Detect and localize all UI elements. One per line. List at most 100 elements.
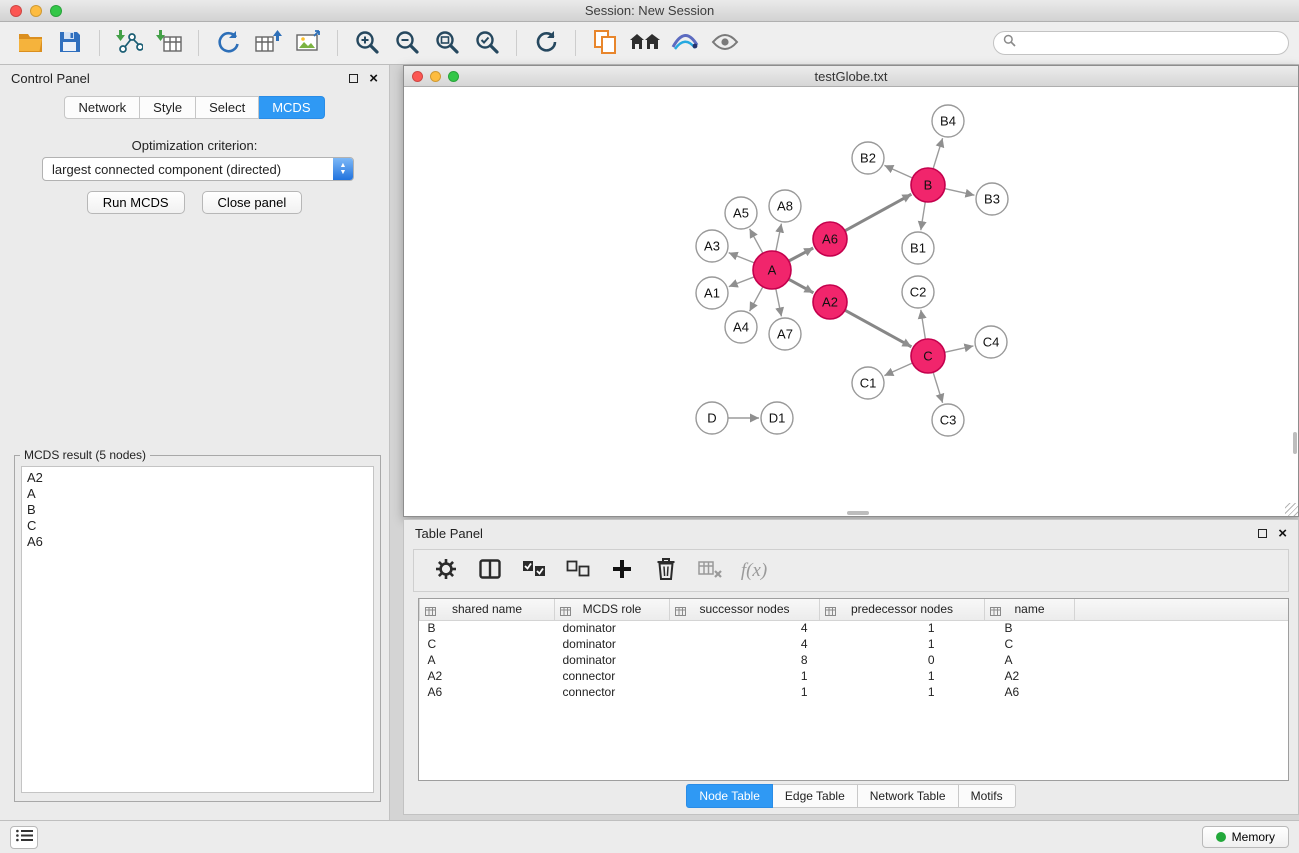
cell-name[interactable]: A	[985, 652, 1075, 668]
import-network-button[interactable]	[109, 25, 149, 61]
result-item-c[interactable]: C	[27, 518, 368, 534]
cell-name[interactable]: C	[985, 636, 1075, 652]
graph-edge-A6-B[interactable]	[845, 194, 912, 231]
cell-mcds-role[interactable]: connector	[555, 668, 670, 684]
graph-edge-A2-C[interactable]	[845, 310, 912, 347]
close-window-button[interactable]	[10, 5, 22, 17]
zoom-in-button[interactable]	[347, 25, 387, 61]
graph-edge-A-A1[interactable]	[729, 277, 755, 287]
float-panel-icon[interactable]	[1258, 529, 1267, 538]
task-history-button[interactable]	[10, 826, 38, 849]
cell-mcds-role[interactable]: connector	[555, 684, 670, 700]
graph-edge-A-A4[interactable]	[750, 287, 763, 312]
cell-name[interactable]: A6	[985, 684, 1075, 700]
tab-node-table[interactable]: Node Table	[686, 784, 773, 808]
graph-edge-A-A2[interactable]	[789, 279, 814, 293]
result-item-a6[interactable]: A6	[27, 534, 368, 550]
tab-select[interactable]: Select	[196, 96, 259, 119]
cell-shared-name[interactable]: A6	[420, 684, 555, 700]
cybrowser-button[interactable]	[585, 25, 625, 61]
result-item-a[interactable]: A	[27, 486, 368, 502]
graph-edge-A-A3[interactable]	[729, 253, 755, 263]
float-panel-icon[interactable]	[349, 74, 358, 83]
cell-successor-nodes[interactable]: 8	[670, 652, 820, 668]
tab-motifs[interactable]: Motifs	[959, 784, 1016, 808]
cell-successor-nodes[interactable]: 1	[670, 668, 820, 684]
save-session-button[interactable]	[50, 25, 90, 61]
graph-edge-C-C1[interactable]	[884, 363, 912, 376]
import-table-button[interactable]	[149, 25, 189, 61]
zoom-out-button[interactable]	[387, 25, 427, 61]
graph-edge-C-C4[interactable]	[945, 346, 974, 352]
column-header-shared-name[interactable]: shared name	[420, 599, 555, 620]
cell-shared-name[interactable]: C	[420, 636, 555, 652]
mcds-result-list[interactable]: A2ABCA6	[21, 466, 374, 793]
optimization-criterion-dropdown[interactable]: largest connected component (directed) ▲…	[42, 157, 354, 181]
search-input[interactable]	[1021, 36, 1279, 50]
minimize-network-window-button[interactable]	[430, 71, 441, 82]
column-header-predecessor-nodes[interactable]: predecessor nodes	[820, 599, 985, 620]
graph-edge-B-B2[interactable]	[884, 165, 912, 178]
memory-button[interactable]: Memory	[1202, 826, 1289, 848]
network-window-titlebar[interactable]: testGlobe.txt	[404, 66, 1298, 87]
eye-button[interactable]	[705, 25, 745, 61]
close-panel-icon[interactable]: ×	[1278, 528, 1287, 540]
export-image-button[interactable]	[288, 25, 328, 61]
tab-style[interactable]: Style	[140, 96, 196, 119]
zoom-network-window-button[interactable]	[448, 71, 459, 82]
table-row[interactable]: Cdominator41C	[420, 636, 1289, 652]
graph-edge-B-B1[interactable]	[921, 202, 926, 230]
column-header-successor-nodes[interactable]: successor nodes	[670, 599, 820, 620]
refresh-layout-button[interactable]	[526, 25, 566, 61]
network-canvas[interactable]: B4B2BB3A5A8A6B1A3AC2A1A2A4A7C4CC1C3DD1	[404, 87, 1298, 516]
zoom-fit-button[interactable]	[427, 25, 467, 61]
column-header-name[interactable]: name	[985, 599, 1075, 620]
add-row-button[interactable]	[604, 554, 640, 588]
table-settings-button[interactable]	[428, 554, 464, 588]
close-panel-button[interactable]: Close panel	[202, 191, 303, 214]
network-graph[interactable]: B4B2BB3A5A8A6B1A3AC2A1A2A4A7C4CC1C3DD1	[404, 87, 1298, 516]
show-columns-button[interactable]	[472, 554, 508, 588]
run-mcds-button[interactable]: Run MCDS	[87, 191, 185, 214]
cell-predecessor-nodes[interactable]: 1	[820, 684, 985, 700]
table-row[interactable]: A6connector11A6	[420, 684, 1289, 700]
delete-table-button[interactable]	[692, 554, 728, 588]
zoom-window-button[interactable]	[50, 5, 62, 17]
resize-grip[interactable]	[1285, 503, 1298, 516]
tab-network-table[interactable]: Network Table	[858, 784, 959, 808]
export-table-button[interactable]	[248, 25, 288, 61]
tab-edge-table[interactable]: Edge Table	[773, 784, 858, 808]
graph-edge-A-A7[interactable]	[776, 289, 782, 317]
export-network-button[interactable]	[208, 25, 248, 61]
cell-predecessor-nodes[interactable]: 1	[820, 668, 985, 684]
swirl-button[interactable]	[665, 25, 705, 61]
function-builder-button[interactable]: f(x)	[736, 554, 772, 588]
open-session-button[interactable]	[10, 25, 50, 61]
tab-network[interactable]: Network	[64, 96, 140, 119]
cell-successor-nodes[interactable]: 4	[670, 620, 820, 636]
home-button[interactable]	[625, 25, 665, 61]
cell-predecessor-nodes[interactable]: 0	[820, 652, 985, 668]
table-row[interactable]: Adominator80A	[420, 652, 1289, 668]
graph-edge-C-C2[interactable]	[921, 310, 926, 339]
select-all-button[interactable]	[516, 554, 552, 588]
attribute-table[interactable]: shared nameMCDS rolesuccessor nodesprede…	[419, 599, 1288, 700]
zoom-selected-button[interactable]	[467, 25, 507, 61]
cell-name[interactable]: B	[985, 620, 1075, 636]
cell-shared-name[interactable]: A	[420, 652, 555, 668]
graph-edge-A-A5[interactable]	[750, 229, 763, 254]
graph-edge-C-C3[interactable]	[933, 372, 943, 403]
tab-mcds[interactable]: MCDS	[259, 96, 324, 119]
result-item-b[interactable]: B	[27, 502, 368, 518]
vertical-scrollbar-thumb[interactable]	[1293, 432, 1297, 454]
graph-edge-A-A6[interactable]	[789, 248, 813, 261]
cell-mcds-role[interactable]: dominator	[555, 620, 670, 636]
horizontal-scrollbar-thumb[interactable]	[847, 511, 869, 515]
close-network-window-button[interactable]	[412, 71, 423, 82]
minimize-window-button[interactable]	[30, 5, 42, 17]
cell-name[interactable]: A2	[985, 668, 1075, 684]
close-panel-icon[interactable]: ×	[369, 73, 378, 85]
graph-edge-B-B3[interactable]	[945, 189, 975, 196]
result-item-a2[interactable]: A2	[27, 470, 368, 486]
cell-successor-nodes[interactable]: 1	[670, 684, 820, 700]
